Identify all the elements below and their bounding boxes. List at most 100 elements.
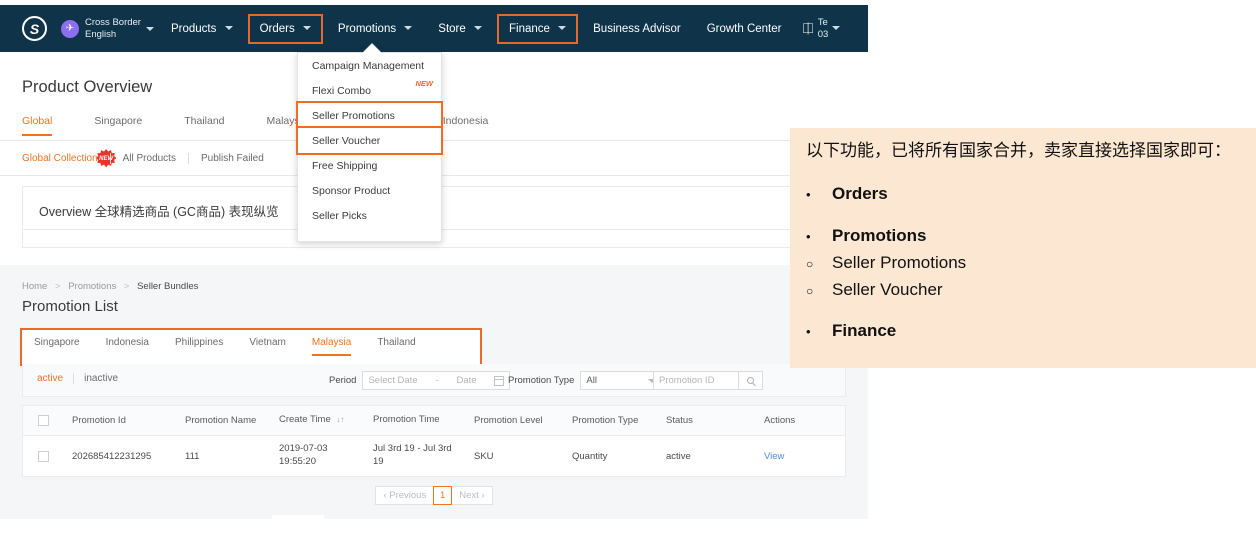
next-page-button[interactable]: Next › [451,486,493,505]
cell-promotion-type: Quantity [572,450,608,462]
tab-singapore[interactable]: Singapore [94,115,142,136]
menu-item-label: Seller Voucher [312,134,381,147]
new-badge: NEW [415,79,434,88]
cell-promotion-level: SKU [474,450,494,462]
promotion-list-title: Promotion List [22,298,118,315]
chevron-down-icon [404,26,413,31]
bullet-icon: • [806,324,811,340]
nav-label-finance: Finance [509,22,550,35]
nav-label-products: Products [170,22,217,35]
nav-item-growth-center[interactable]: Growth Center [698,17,791,41]
view-link[interactable]: View [764,451,784,462]
menu-item-seller-picks[interactable]: Seller Picks [298,203,441,228]
nav-item-orders[interactable]: Orders [247,13,323,44]
subtab-global-collection[interactable]: Global Collection NEW [22,149,116,168]
header-create-time[interactable]: Create Time ↓↑ [270,414,364,427]
date-start-placeholder: Select Date [368,375,418,386]
promotion-type-value: All [586,375,597,386]
annotation-item-promotions: • Promotions [806,222,1240,249]
menu-item-sponsor-product[interactable]: Sponsor Product [298,178,441,203]
subtab-publish-failed[interactable]: Publish Failed [187,153,276,164]
circle-bullet-icon: ○ [806,256,814,271]
ptab-philippines[interactable]: Philippines [175,337,223,356]
header-promotion-name: Promotion Name [185,415,257,426]
globe-icon[interactable]: ✈ [61,19,79,38]
product-overview-screenshot: S ✈ Cross Border English Products Orders [0,0,868,248]
annotation-item-label: Orders [832,184,888,204]
menu-item-label: Campaign Management [312,59,425,72]
select-all-checkbox-cell [23,415,63,426]
page-number-1[interactable]: 1 [433,486,453,505]
chevron-down-icon [558,26,567,31]
status-filter-links: active inactive [37,373,128,384]
calendar-icon[interactable] [494,375,505,386]
table-body: 202685412231295 111 2019-07-03 19:55:20 … [23,436,845,476]
promotion-id-input[interactable]: Promotion ID [653,371,739,390]
menu-item-label: Seller Promotions [312,109,395,122]
account-name: Te [817,17,828,29]
pagination: ‹ Previous 1 Next › [22,486,846,505]
menu-item-seller-voucher[interactable]: Seller Voucher [296,126,443,155]
menu-item-label: Sponsor Product [312,184,391,197]
table-header-row: Promotion Id Promotion Name Create Time … [23,406,845,436]
language-line-1: Cross Border [85,16,141,28]
chevron-down-icon[interactable] [145,26,154,31]
menu-item-label: Free Shipping [312,159,378,172]
ptab-indonesia[interactable]: Indonesia [106,337,149,356]
decorative-white-tab [272,515,324,527]
bullet-icon: • [806,187,811,203]
ptab-vietnam[interactable]: Vietnam [249,337,286,356]
chevron-down-icon[interactable] [832,26,840,30]
tab-thailand[interactable]: Thailand [184,115,224,136]
cell-create-time: 2019-07-03 19:55:20 [270,443,364,469]
annotation-panel: 以下功能，已将所有国家合并，卖家直接选择国家即可： • Orders • Pro… [790,128,1256,368]
breadcrumb-home[interactable]: Home [22,281,47,292]
menu-item-seller-promotions[interactable]: Seller Promotions [296,101,443,130]
subtab-label: All Products [122,153,176,164]
account-id: 03 [817,28,829,40]
menu-item-free-shipping[interactable]: Free Shipping [298,153,441,178]
ptab-malaysia[interactable]: Malaysia [311,337,352,356]
nav-item-promotions[interactable]: Promotions [329,17,421,41]
menu-item-label: Flexi Combo [312,84,371,97]
date-separator: - [435,375,439,386]
language-line-2: English [85,28,117,40]
status-link-active[interactable]: active [37,373,73,384]
annotation-item-seller-promotions: ○ Seller Promotions [806,249,1240,276]
breadcrumb-separator: > [123,281,130,292]
language-selector[interactable]: Cross Border English [85,17,141,41]
row-checkbox[interactable] [37,450,49,462]
previous-page-button[interactable]: ‹ Previous [375,486,435,505]
menu-item-flexi-combo[interactable]: Flexi Combo NEW [298,78,441,103]
nav-item-store[interactable]: Store [429,17,491,41]
ptab-singapore[interactable]: Singapore [34,337,80,356]
search-button[interactable] [739,371,763,390]
annotation-item-orders: • Orders [806,180,1240,207]
select-all-checkbox[interactable] [37,415,49,426]
logo-s-icon[interactable]: S [22,16,47,41]
tab-label: Indonesia [442,115,489,127]
promotion-table: Promotion Id Promotion Name Create Time … [22,405,846,477]
nav-item-business-advisor[interactable]: Business Advisor [584,17,690,41]
promotions-dropdown-menu: Campaign Management Flexi Combo NEW Sell… [296,52,443,242]
tab-indonesia[interactable]: Indonesia [443,115,489,136]
promotion-type-select[interactable]: All [580,371,663,390]
menu-item-campaign-management[interactable]: Campaign Management [298,53,441,78]
annotation-item-label: Seller Promotions [832,252,967,272]
tab-global[interactable]: Global [22,115,53,136]
subtab-label: Publish Failed [200,153,264,164]
nav-item-products[interactable]: Products [162,17,242,41]
sort-arrows-icon: ↓↑ [336,415,345,425]
subtab-all-products[interactable]: All Products [109,153,188,164]
ptab-thailand[interactable]: Thailand [377,337,415,356]
account-menu[interactable]: ⎅ Te 03 [802,17,833,40]
date-range-input[interactable]: Select Date - Date [362,371,511,390]
nav-item-finance[interactable]: Finance [496,13,579,44]
status-link-inactive[interactable]: inactive [73,373,128,384]
cell-promotion-name: 111 [185,450,200,462]
tab-label: Philippines [174,337,224,348]
tab-label: Global [22,115,53,127]
product-country-tabs: Global Singapore Thailand Malaysia Phili… [22,115,530,136]
breadcrumb-promotions[interactable]: Promotions [68,281,116,292]
